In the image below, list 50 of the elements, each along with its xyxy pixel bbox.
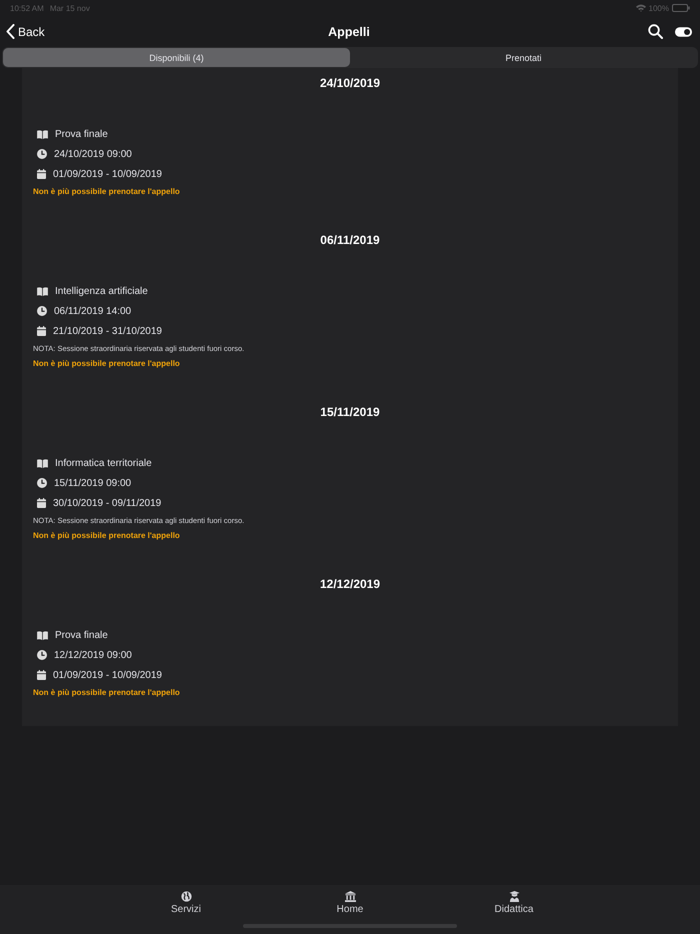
booking-period: 01/09/2019 - 10/09/2019	[53, 670, 162, 680]
clock-icon	[37, 478, 47, 488]
course-name: Prova finale	[55, 128, 108, 140]
toggle-icon[interactable]	[675, 26, 692, 36]
booking-closed-warning: Non è più possibile prenotare l'appello	[33, 186, 181, 198]
building-icon	[344, 891, 356, 902]
booking-period: 21/10/2019 - 31/10/2019	[53, 326, 162, 336]
calendar-icon	[37, 670, 46, 680]
tab-bar-item[interactable]: Didattica	[432, 891, 596, 915]
clock-icon	[37, 650, 47, 660]
booking-period: 30/10/2019 - 09/11/2019	[53, 498, 162, 508]
book-icon	[37, 630, 48, 640]
status-date: Mar 15 nov	[50, 4, 90, 12]
calendar-icon	[37, 326, 46, 336]
calendar-icon	[37, 169, 46, 179]
globe-icon	[180, 891, 192, 902]
calendar-icon	[37, 498, 46, 508]
clock-icon	[37, 306, 47, 316]
course-name: Informatica territoriale	[55, 458, 152, 468]
tab-bar-item[interactable]: Home	[268, 891, 432, 915]
screen-title: Appelli	[328, 24, 370, 38]
booking-closed-warning: Non è più possibile prenotare l'appello	[33, 530, 181, 542]
back-button[interactable]: Back	[6, 24, 45, 39]
battery-percentage: 100%	[648, 4, 669, 12]
segment-tab[interactable]: Disponibili (4)	[3, 48, 350, 67]
exam-date-heading: 12/12/2019	[318, 576, 382, 593]
status-time: 10:52 AM	[10, 4, 44, 12]
exam-datetime: 15/11/2019 09:00	[54, 478, 132, 488]
booking-closed-warning: Non è più possibile prenotare l'appello	[33, 358, 181, 370]
wifi-icon	[636, 4, 646, 12]
clock-icon	[37, 149, 47, 159]
course-name: Prova finale	[55, 630, 108, 640]
graduate-icon	[508, 891, 520, 902]
book-icon	[37, 458, 48, 468]
exam-datetime: 24/10/2019 09:00	[54, 148, 132, 160]
booking-period: 01/09/2019 - 10/09/2019	[53, 168, 162, 180]
course-name: Intelligenza artificiale	[55, 286, 148, 296]
exam-date-heading: 06/11/2019	[319, 232, 381, 249]
booking-closed-warning: Non è più possibile prenotare l'appello	[33, 687, 181, 699]
battery-icon	[672, 4, 690, 12]
tab-bar-item[interactable]: Servizi	[104, 891, 268, 915]
exam-datetime: 06/11/2019 14:00	[54, 306, 132, 316]
exam-date-heading: 15/11/2019	[319, 404, 381, 421]
exam-date-heading: 24/10/2019	[318, 75, 382, 92]
exam-datetime: 12/12/2019 09:00	[54, 650, 132, 660]
chevron-left-icon	[6, 24, 15, 39]
search-icon[interactable]	[648, 24, 663, 39]
book-icon	[37, 130, 48, 138]
book-icon	[37, 286, 48, 296]
segment-tab[interactable]: Prenotati	[350, 48, 697, 67]
